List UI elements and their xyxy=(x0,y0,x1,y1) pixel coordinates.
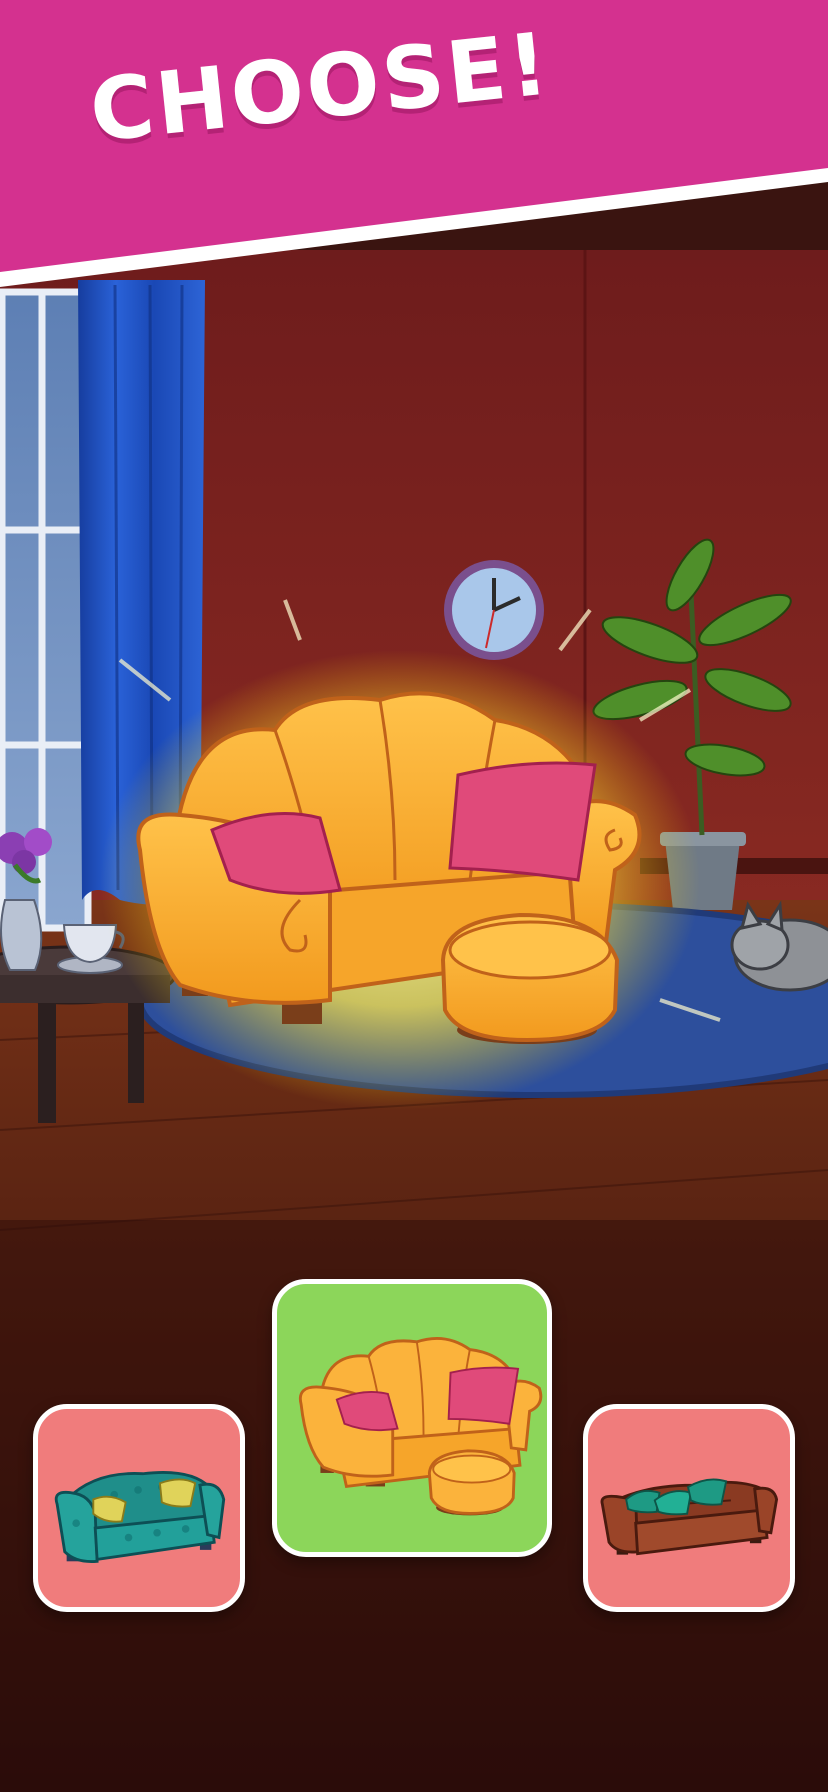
option-card-teal-sofa[interactable] xyxy=(33,1404,245,1612)
option-card-brown-sofa[interactable] xyxy=(583,1404,795,1612)
sofa-brown-icon xyxy=(600,1478,779,1556)
game-screen: CHOOSE! xyxy=(0,0,828,1792)
sofa-orange-icon xyxy=(298,1336,543,1516)
wall-clock-icon xyxy=(444,560,544,660)
option-card-orange-sofa[interactable] xyxy=(272,1279,552,1557)
sofa-teal-icon xyxy=(54,1470,226,1564)
